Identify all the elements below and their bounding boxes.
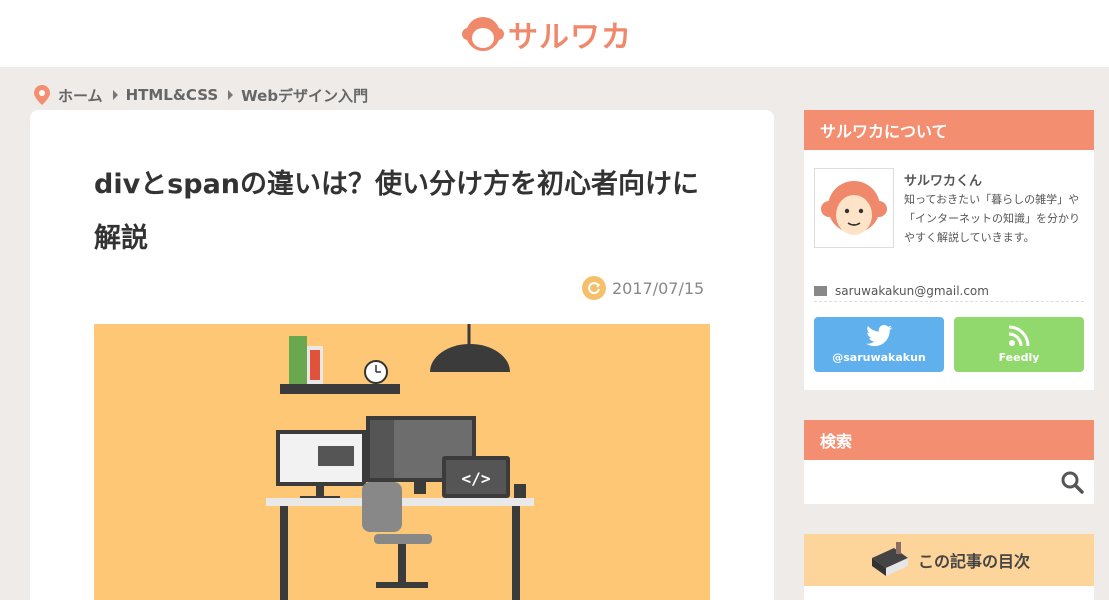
article-date-row: 2017/07/15 — [582, 276, 704, 300]
toc-heading-bar[interactable]: この記事の目次 — [804, 534, 1094, 586]
breadcrumb-separator-icon — [228, 90, 234, 100]
twitter-button[interactable]: @saruwakakun — [814, 317, 944, 372]
twitter-label: @saruwakakun — [832, 351, 926, 364]
toc-heading: この記事の目次 — [917, 552, 1030, 571]
email-address[interactable]: saruwakakun@gmail.com — [835, 284, 989, 298]
search-heading: 検索 — [804, 420, 1094, 460]
monkey-avatar-icon — [821, 181, 887, 235]
toc-widget: この記事の目次 — [804, 534, 1094, 600]
breadcrumb-separator-icon — [112, 90, 118, 100]
email-row: saruwakakun@gmail.com — [814, 280, 1084, 302]
search-icon[interactable] — [1060, 470, 1084, 494]
breadcrumb: ホーム HTML&CSS Webデザイン入門 — [34, 83, 368, 107]
hero-image: </> — [94, 324, 710, 600]
search-field — [804, 460, 1094, 504]
logo-text: サルワカ — [508, 20, 632, 55]
profile-name: サルワカくん — [904, 174, 983, 189]
site-logo[interactable]: サルワカ — [462, 12, 632, 56]
article-title: divとspanの違いは？使い分け方を初心者向けに解説 — [94, 169, 700, 254]
about-heading: サルワカについて — [804, 110, 1094, 150]
rss-icon — [1008, 325, 1030, 347]
book-icon — [871, 542, 908, 576]
avatar — [814, 168, 894, 248]
mail-icon — [814, 285, 827, 296]
search-widget: 検索 — [804, 420, 1094, 504]
feedly-button[interactable]: Feedly — [954, 317, 1084, 372]
about-widget: サルワカについて サルワカくん 知っておきたい「暮らしの雑学」や「インターネット… — [804, 110, 1094, 390]
profile-description: 知っておきたい「暮らしの雑学」や「インターネットの知識」を分かりやすく解説してい… — [904, 193, 1080, 244]
location-pin-icon — [34, 85, 50, 105]
site-header: サルワカ — [0, 0, 1109, 67]
workspace-illustration: </> — [94, 324, 710, 600]
monkey-logo-icon — [462, 17, 504, 51]
breadcrumb-html-css[interactable]: HTML&CSS — [126, 86, 219, 104]
breadcrumb-home[interactable]: ホーム — [58, 85, 103, 106]
article-date: 2017/07/15 — [612, 278, 705, 298]
search-input[interactable] — [812, 466, 1052, 498]
update-icon — [582, 276, 606, 300]
feedly-label: Feedly — [998, 351, 1040, 364]
svg-text:</>: </> — [462, 469, 491, 488]
twitter-bird-icon — [866, 325, 892, 347]
article-card: divとspanの違いは？使い分け方を初心者向けに解説 2017/07/15 <… — [30, 110, 774, 600]
breadcrumb-web-design[interactable]: Webデザイン入門 — [241, 85, 368, 106]
